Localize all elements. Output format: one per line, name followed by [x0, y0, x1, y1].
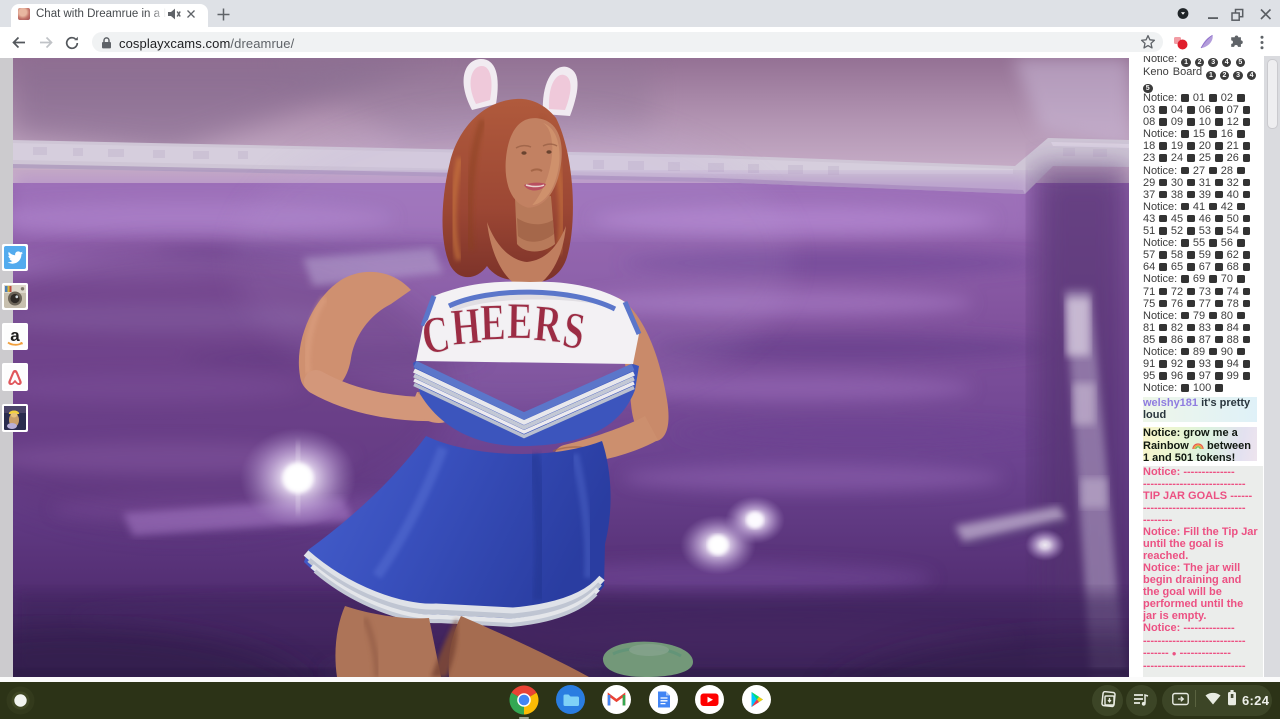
svg-text:H: H: [449, 297, 483, 357]
svg-text:a: a: [10, 326, 20, 345]
svg-text:E: E: [507, 292, 533, 350]
svg-text:E: E: [479, 293, 506, 351]
